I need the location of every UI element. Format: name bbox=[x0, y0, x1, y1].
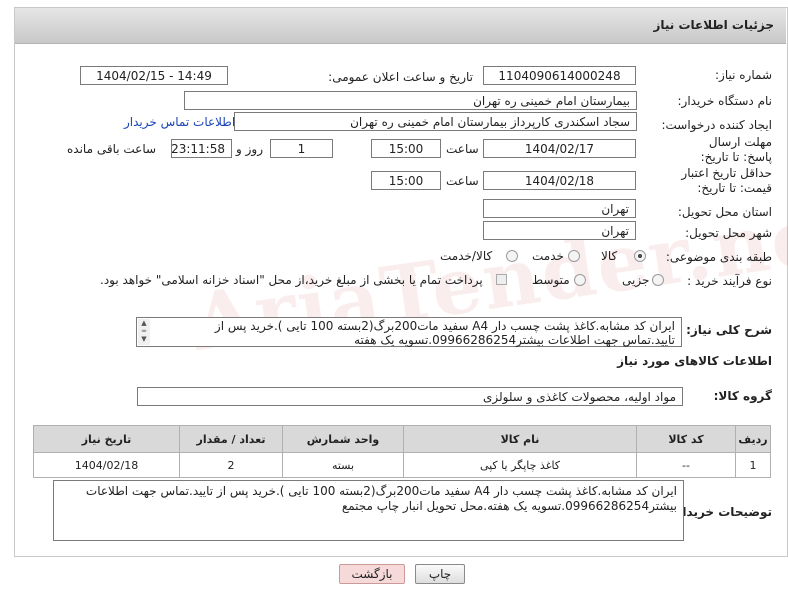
reply-date-field: 1404/02/17 bbox=[483, 139, 636, 158]
reply-time-field: 15:00 bbox=[371, 139, 441, 158]
reply-time-label: ساعت bbox=[446, 142, 479, 156]
validity-date-field: 1404/02/18 bbox=[483, 171, 636, 190]
subject-class-label: طبقه بندی موضوعی: bbox=[665, 250, 772, 264]
remaining-label: ساعت باقی مانده bbox=[67, 142, 157, 156]
buyer-notes-box: ایران کد مشابه.کاغذ پشت چسب دار A4 سفید … bbox=[53, 480, 684, 541]
goods-group-label: گروه کالا: bbox=[713, 389, 772, 403]
col-unit: واحد شمارش bbox=[282, 425, 404, 453]
description-scrollbar[interactable]: ▲ ═ ▼ bbox=[138, 319, 150, 345]
reply-deadline-label: مهلت ارسال پاسخ: تا تاریخ: bbox=[700, 135, 772, 164]
city-field: تهران bbox=[483, 221, 636, 240]
treasury-checkbox[interactable] bbox=[496, 274, 507, 285]
col-qty: تعداد / مقدار bbox=[179, 425, 283, 453]
col-code: کد کالا bbox=[636, 425, 736, 453]
cell-date: 1404/02/18 bbox=[33, 452, 180, 478]
goods-group-field: مواد اولیه، محصولات کاغذی و سلولزی bbox=[137, 387, 683, 406]
buyer-notes-label: توضیحات خریدار: bbox=[670, 505, 772, 519]
buyer-notes-text: ایران کد مشابه.کاغذ پشت چسب دار A4 سفید … bbox=[85, 484, 677, 513]
description-text: ایران کد مشابه.کاغذ پشت چسب دار A4 سفید … bbox=[214, 319, 675, 347]
payment-note: پرداخت تمام یا بخشی از مبلغ خرید،از محل … bbox=[100, 273, 483, 287]
purchase-type-label: نوع فرآیند خرید : bbox=[687, 274, 772, 288]
subject-option-goods-service: کالا/خدمت bbox=[440, 249, 493, 263]
remaining-time-field: 23:11:58 bbox=[171, 139, 232, 158]
col-row: ردیف bbox=[735, 425, 771, 453]
need-number-label: شماره نیاز: bbox=[715, 68, 772, 82]
delivery-province-label: استان محل تحویل: bbox=[677, 205, 772, 219]
buyer-org-label: نام دستگاه خریدار: bbox=[677, 94, 773, 108]
price-validity-label: حداقل تاریخ اعتبار قیمت: تا تاریخ: bbox=[681, 166, 772, 195]
subject-radio-goods[interactable] bbox=[634, 250, 646, 262]
delivery-city-label: شهر محل تحویل: bbox=[685, 226, 772, 240]
goods-table: ردیف کد کالا نام کالا واحد شمارش تعداد /… bbox=[33, 425, 771, 478]
requester-field: سجاد اسکندری کارپرداز بیمارستان امام خمی… bbox=[234, 112, 637, 131]
subject-option-service: خدمت bbox=[532, 249, 564, 263]
description-textarea[interactable]: ایران کد مشابه.کاغذ پشت چسب دار A4 سفید … bbox=[136, 317, 682, 347]
col-date: تاریخ نیاز bbox=[33, 425, 180, 453]
col-name: نام کالا bbox=[403, 425, 637, 453]
need-number-field: 1104090614000248 bbox=[483, 66, 636, 85]
subject-option-goods: کالا bbox=[601, 249, 618, 263]
announce-datetime-label: تاریخ و ساعت اعلان عمومی: bbox=[328, 70, 473, 84]
subject-radio-goods-service[interactable] bbox=[506, 250, 518, 262]
day-and-label: روز و bbox=[236, 142, 263, 156]
goods-table-header: ردیف کد کالا نام کالا واحد شمارش تعداد /… bbox=[33, 425, 771, 453]
purchase-radio-medium[interactable] bbox=[574, 274, 586, 286]
announce-datetime-field: 1404/02/15 - 14:49 bbox=[80, 66, 228, 85]
buyer-contact-link[interactable]: اطلاعات تماس خریدار bbox=[124, 115, 235, 129]
table-row: 1 -- کاغذ چاپگر یا کپی بسته 2 1404/02/18 bbox=[33, 452, 771, 478]
goods-info-heading: اطلاعات کالاهای مورد نیاز bbox=[617, 354, 772, 368]
description-label: شرح کلی نیاز: bbox=[686, 323, 772, 337]
page-title: جزئیات اطلاعات نیاز bbox=[653, 18, 774, 32]
print-button[interactable]: چاپ bbox=[415, 564, 465, 584]
cell-unit: بسته bbox=[282, 452, 404, 478]
purchase-radio-minor[interactable] bbox=[652, 274, 664, 286]
province-field: تهران bbox=[483, 199, 636, 218]
validity-time-label: ساعت bbox=[446, 174, 479, 188]
buyer-org-field: بیمارستان امام خمینی ره تهران bbox=[184, 91, 637, 110]
back-button[interactable]: بازگشت bbox=[339, 564, 405, 584]
requester-label: ایجاد کننده درخواست: bbox=[661, 118, 772, 132]
panel-header: جزئیات اطلاعات نیاز bbox=[15, 8, 786, 44]
purchase-option-minor: جزیی bbox=[622, 273, 650, 287]
validity-time-field: 15:00 bbox=[371, 171, 441, 190]
cell-qty: 2 bbox=[179, 452, 283, 478]
cell-row: 1 bbox=[735, 452, 771, 478]
subject-radio-service[interactable] bbox=[568, 250, 580, 262]
purchase-option-medium: متوسط bbox=[532, 273, 570, 287]
reply-days-field: 1 bbox=[270, 139, 333, 158]
cell-name: کاغذ چاپگر یا کپی bbox=[403, 452, 637, 478]
cell-code: -- bbox=[636, 452, 736, 478]
